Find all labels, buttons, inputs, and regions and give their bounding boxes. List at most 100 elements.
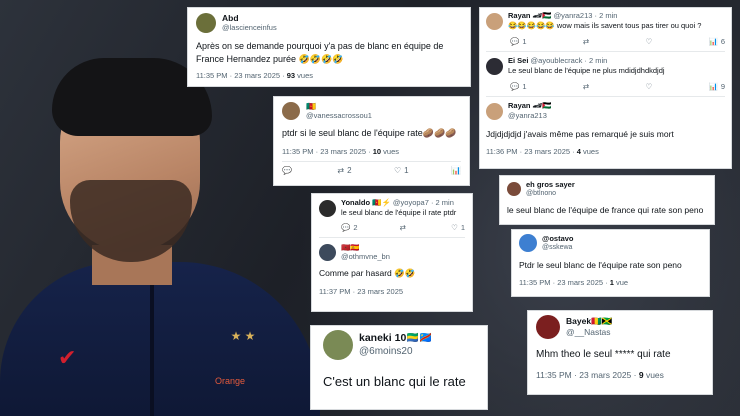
retweet-icon: ⇄	[582, 82, 590, 91]
retweet-icon: ⇄	[582, 37, 590, 46]
reply-icon: 💬	[510, 37, 520, 46]
views-label: vues	[580, 147, 599, 156]
tweet-meta: 11:35 PM · 23 mars 2025 · 93 vues	[196, 71, 462, 80]
author-badges: 🇬🇦🇨🇩	[406, 332, 433, 344]
author-handle[interactable]: @6moins20	[359, 345, 432, 358]
avatar[interactable]	[196, 13, 216, 33]
author-handle[interactable]: @yoyopa7 · 2 min	[393, 198, 454, 207]
reply-icon: 💬	[341, 223, 351, 232]
action-bar: 💬 2 ⇄ ♡ 1	[341, 223, 465, 232]
reply-button[interactable]: 💬 1	[510, 82, 527, 91]
author-flags: 🇨🇲	[306, 102, 316, 111]
author-badges: 🇨🇲⚡	[372, 198, 391, 207]
tweet-meta: 11:35 PM · 23 mars 2025 · 10 vues	[282, 147, 461, 156]
tweet-meta: 11:35 PM · 23 mars 2025 · 9 vues	[536, 370, 704, 380]
retweet-button[interactable]: ⇄	[583, 82, 589, 91]
author-flags: 🇲🇦🇪🇸	[341, 243, 360, 252]
author-handle[interactable]: @yanra213 · 2 min	[554, 11, 618, 20]
author-name[interactable]: Rayan 🏎🇵🇸	[508, 11, 551, 20]
tweet-text: Le seul blanc de l'équipe ne plus mdidjd…	[508, 66, 665, 75]
action-bar: 💬 1 ⇄ ♡ 📊 9	[510, 82, 725, 91]
reply-button[interactable]: 💬	[282, 166, 295, 175]
author-name[interactable]: @ostavo	[542, 234, 574, 243]
avatar[interactable]	[536, 315, 560, 339]
author-name[interactable]: kaneki 10	[359, 332, 406, 344]
tweet-time: 11:37 PM · 23 mars 2025	[319, 287, 404, 296]
author-handle[interactable]: @othmvne_bn	[341, 252, 390, 261]
author-handle[interactable]: @yanra213	[508, 111, 551, 121]
author-name[interactable]: eh gros sayer	[526, 180, 575, 189]
tweet-text: Ptdr le seul blanc de l'équipe rate son …	[519, 260, 682, 270]
author-name[interactable]: Ei Sei	[508, 56, 528, 65]
views-button[interactable]: 📊 6	[708, 37, 725, 46]
tweet-text: le seul blanc de l'équipe il rate ptdr	[341, 208, 457, 217]
views-button[interactable]: 📊 9	[708, 82, 725, 91]
like-button[interactable]: ♡ 1	[451, 223, 465, 232]
tweet-thread-yonaldo[interactable]: Yonaldo 🇨🇲⚡ @yoyopa7 · 2 min le seul bla…	[311, 193, 473, 312]
tweet-time: 11:36 PM · 23 mars 2025 ·	[486, 147, 577, 156]
tweet-time: 11:35 PM · 23 mars 2025 ·	[536, 370, 639, 380]
author-badges: 🇬🇳🇯🇲	[591, 316, 613, 326]
retweet-button[interactable]: ⇄	[583, 37, 589, 46]
avatar[interactable]	[507, 182, 521, 196]
reply-button[interactable]: 💬 2	[341, 223, 358, 232]
author-name[interactable]: Abd	[222, 13, 277, 23]
views-label: vue	[613, 278, 629, 287]
like-button[interactable]: ♡ 1	[394, 166, 409, 175]
avatar[interactable]	[319, 199, 336, 217]
avatar[interactable]	[282, 102, 300, 120]
author-handle[interactable]: @btlnono	[526, 189, 575, 198]
views-icon: 📊	[708, 82, 718, 91]
retweet-icon: ⇄	[399, 223, 406, 232]
like-button[interactable]: ♡	[645, 37, 652, 46]
tweet-card-vanessa[interactable]: 🇨🇲 @vanessacrossou1 ptdr si le seul blan…	[273, 96, 470, 186]
tweet-card-bayek[interactable]: Bayek🇬🇳🇯🇲 @__Nastas Mhm theo le seul ***…	[527, 310, 713, 395]
avatar[interactable]	[323, 330, 353, 360]
tweet-card-kaneki[interactable]: kaneki 10🇬🇦🇨🇩 @6moins20 C'est un blanc q…	[310, 325, 488, 410]
tweet-card-gros-sayer[interactable]: eh gros sayer @btlnono le seul blanc de …	[499, 175, 715, 225]
avatar[interactable]	[486, 58, 503, 75]
like-icon: ♡	[645, 37, 653, 46]
avatar[interactable]	[486, 102, 503, 120]
author-handle[interactable]: @ayoublecrack · 2 min	[531, 56, 608, 65]
action-bar: 💬 1 ⇄ ♡ 📊 6	[510, 37, 725, 46]
tweet-thread-rayan[interactable]: Rayan 🏎🇵🇸 @yanra213 · 2 min 😂😂😂😂😂 wow ma…	[479, 7, 732, 169]
reply-icon: 💬	[510, 82, 520, 91]
tweet-text: Après on se demande pourquoi y'a pas de …	[196, 41, 444, 64]
tweet-time: 11:35 PM · 23 mars 2025 ·	[196, 71, 287, 80]
like-button[interactable]: ♡	[645, 82, 652, 91]
view-count: 10	[372, 147, 382, 156]
tweet-text: Comme par hasard 🤣🤣	[319, 268, 416, 278]
action-bar: 💬 ⇄ 2 ♡ 1 📊	[282, 161, 461, 175]
player-beard	[70, 180, 192, 262]
reply-button[interactable]: 💬 1	[510, 37, 527, 46]
author-name[interactable]: Bayek	[566, 316, 591, 326]
author-name[interactable]: Yonaldo	[341, 198, 370, 207]
like-icon: ♡	[393, 166, 402, 175]
author-handle[interactable]: @vanessacrossou1	[306, 111, 372, 120]
retweet-button[interactable]: ⇄ 2	[337, 166, 351, 175]
like-icon: ♡	[451, 223, 458, 232]
tweet-text: Jdjdjdjdjd j'avais même pas remarqué je …	[486, 129, 674, 139]
retweet-button[interactable]: ⇄	[400, 223, 409, 232]
tweet-text: C'est un blanc qui le rate	[323, 374, 466, 389]
tweet-card-abd[interactable]: Abd @lascienceinfus Après on se demande …	[187, 7, 471, 87]
views-icon: 📊	[451, 166, 461, 175]
avatar[interactable]	[319, 243, 336, 261]
author-handle[interactable]: @lascienceinfus	[222, 23, 277, 33]
tweet-text: 😂😂😂😂😂 wow mais ils savent tous pas tirer…	[508, 21, 702, 30]
tweet-meta: 11:36 PM · 23 mars 2025 · 4 vues	[486, 147, 725, 156]
tweet-text: Mhm theo le seul ***** qui rate	[536, 349, 671, 360]
avatar[interactable]	[486, 13, 503, 30]
tweet-card-gostavo[interactable]: @ostavo @sskewa Ptdr le seul blanc de l'…	[511, 229, 710, 297]
tweet-text: le seul blanc de l'équipe de france qui …	[507, 205, 704, 215]
avatar[interactable]	[519, 234, 537, 252]
author-handle[interactable]: @sskewa	[542, 243, 574, 252]
views-button[interactable]: 📊	[451, 166, 461, 175]
views-label: vues	[295, 71, 314, 80]
tweet-text: ptdr si le seul blanc de l'équipe rate🥔🥔…	[282, 128, 457, 138]
author-handle[interactable]: @__Nastas	[566, 327, 612, 338]
author-name[interactable]: Rayan 🏎🇵🇸	[508, 101, 551, 111]
views-icon: 📊	[708, 37, 718, 46]
nike-swoosh-icon: ✔	[58, 345, 77, 370]
